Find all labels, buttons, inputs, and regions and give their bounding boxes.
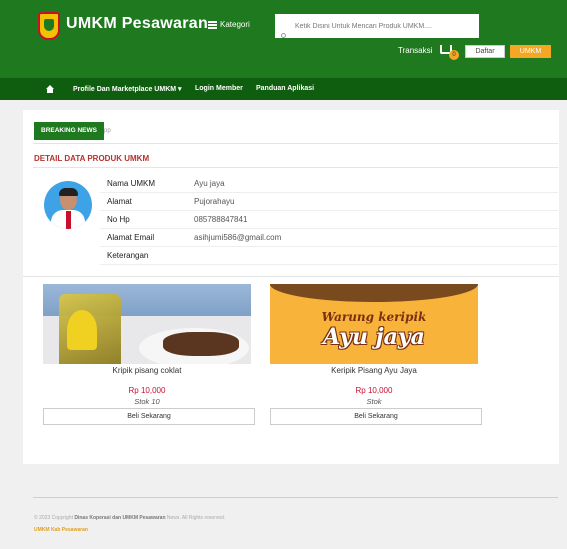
cart-count-badge: 0 <box>449 50 459 60</box>
nav-item-profile-marketplace[interactable]: Profile Dan Marketplace UMKM ▾ <box>73 85 182 93</box>
info-row-alamat: Alamat Pujorahayu <box>100 193 558 211</box>
product-price: Rp 10,000 <box>128 386 166 395</box>
info-label: Nama UMKM <box>107 179 156 188</box>
copyright-org: Dinas Koperasi dan UMKM Pesawaran <box>74 515 166 521</box>
footer-divider <box>33 497 558 498</box>
breaking-news-tag: BREAKING NEWS <box>34 122 104 140</box>
breaking-news-text[interactable]: pp <box>104 128 111 134</box>
product-image[interactable] <box>43 284 251 364</box>
buy-now-button[interactable]: Beli Sekarang <box>43 408 255 425</box>
product-image[interactable]: Warung keripik Ayu jaya <box>270 284 478 364</box>
product-name[interactable]: Keripik Pisang Ayu Jaya <box>270 366 478 375</box>
product-name[interactable]: Kripik pisang coklat <box>43 366 251 375</box>
info-label: Keterangan <box>107 251 149 260</box>
info-value: Ayu jaya <box>194 179 225 188</box>
banner-title: Ayu jaya <box>323 324 425 350</box>
product-stock: Stok 10 <box>134 397 160 406</box>
divider <box>23 276 559 277</box>
info-label: Alamat <box>107 197 132 206</box>
kategori-menu[interactable]: Kategori <box>208 20 250 29</box>
top-header: UMKM Pesawaran Kategori Transaksi 0 Daft… <box>0 0 567 78</box>
info-label: Alamat Email <box>107 233 155 242</box>
divider <box>33 167 558 168</box>
info-row-keterangan: Keterangan <box>100 247 558 265</box>
product-price: Rp 10,000 <box>355 386 393 395</box>
search-input[interactable] <box>275 14 479 38</box>
footer-copyright: © 2023 Copyright Dinas Koperasi dan UMKM… <box>34 515 225 521</box>
footer-link[interactable]: UMKM Kab Pesawaran <box>34 527 88 533</box>
home-icon[interactable] <box>46 85 54 93</box>
copyright-prefix: © 2023 Copyright <box>34 515 73 521</box>
nav-item-login-member[interactable]: Login Member <box>195 85 243 92</box>
copyright-suffix: News. All Rights reserved. <box>166 515 226 521</box>
umkm-button[interactable]: UMKM <box>510 45 551 58</box>
main-nav: Profile Dan Marketplace UMKM ▾ Login Mem… <box>0 78 567 100</box>
info-value: 085788847841 <box>194 215 248 224</box>
daftar-button[interactable]: Daftar <box>465 45 505 58</box>
avatar <box>44 181 92 229</box>
info-value: asihjumi586@gmail.com <box>194 233 282 242</box>
section-title: DETAIL DATA PRODUK UMKM <box>34 154 150 163</box>
info-value: Pujorahayu <box>194 197 235 206</box>
product-stock: Stok <box>366 397 382 406</box>
transaksi-link[interactable]: Transaksi <box>398 46 432 55</box>
divider <box>33 143 558 144</box>
info-row-nama: Nama UMKM Ayu jaya <box>100 175 558 193</box>
kategori-label: Kategori <box>220 20 250 29</box>
info-label: No Hp <box>107 215 130 224</box>
buy-now-button[interactable]: Beli Sekarang <box>270 408 482 425</box>
info-row-email: Alamat Email asihjumi586@gmail.com <box>100 229 558 247</box>
info-row-nohp: No Hp 085788847841 <box>100 211 558 229</box>
search-icon <box>281 33 286 38</box>
brand-title[interactable]: UMKM Pesawaran <box>66 15 208 33</box>
logo-icon[interactable] <box>38 12 60 40</box>
nav-item-panduan[interactable]: Panduan Aplikasi <box>256 85 314 92</box>
list-icon <box>208 20 217 29</box>
banner-subtitle: Warung keripik <box>321 310 427 324</box>
